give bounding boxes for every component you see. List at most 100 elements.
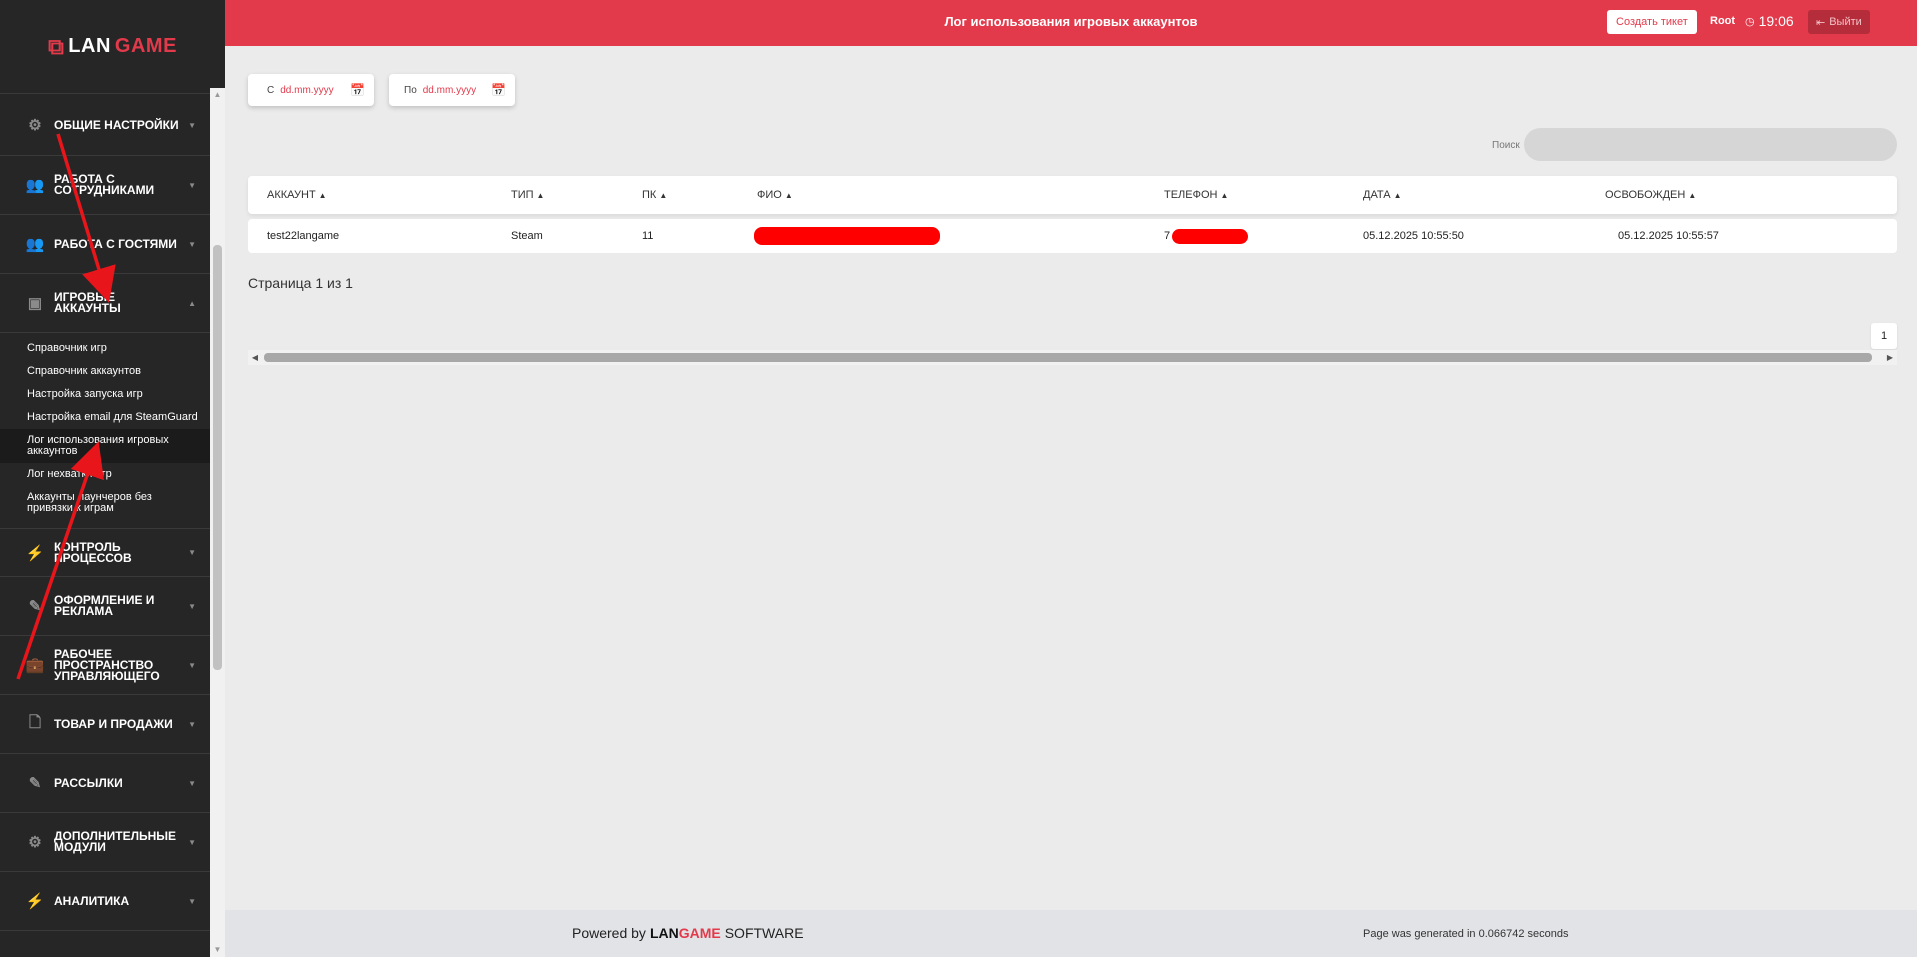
- sub-item-accounts-catalog[interactable]: Справочник аккаунтов: [0, 360, 210, 383]
- logout-label: Выйти: [1829, 16, 1862, 28]
- powered-by: Powered by LANGAME SOFTWARE: [572, 925, 804, 941]
- scroll-right-arrow-icon[interactable]: ▶: [1883, 350, 1897, 365]
- nav-section-employees[interactable]: 👥 РАБОТА С СОТРУДНИКАМИ ▼: [0, 156, 210, 215]
- user-name[interactable]: Root: [1710, 15, 1735, 27]
- date-to-value[interactable]: dd.mm.yyyy: [423, 85, 491, 96]
- sidebar-scrollbar[interactable]: ▲ ▼: [210, 88, 225, 957]
- cell-phone-prefix: 7: [1164, 230, 1171, 242]
- gear-icon: ⚙: [28, 834, 42, 851]
- game-accounts-submenu: Справочник игр Справочник аккаунтов Наст…: [0, 333, 210, 528]
- nav-section-label: РАБОЧЕЕ ПРОСТРАНСТВО УПРАВЛЯЮЩЕГО: [54, 646, 160, 683]
- nav-section-mailings[interactable]: ✎ РАССЫЛКИ ▼: [0, 754, 210, 813]
- chevron-down-icon: ▼: [188, 837, 196, 847]
- chevron-down-icon: ▼: [188, 778, 196, 788]
- table-horizontal-scrollbar[interactable]: ◀ ▶: [248, 350, 1897, 365]
- briefcase-icon: 💼: [25, 657, 45, 674]
- sort-icon: ▲︎: [536, 191, 545, 200]
- column-header-phone[interactable]: ТЕЛЕФОН ▲︎: [1164, 189, 1228, 201]
- nav-section-extra-modules[interactable]: ⚙ ДОПОЛНИТЕЛЬНЫЕ МОДУЛИ ▼: [0, 813, 210, 872]
- scroll-down-arrow-icon[interactable]: ▼: [210, 943, 225, 957]
- pagination-info: Страница 1 из 1: [248, 275, 353, 291]
- chevron-down-icon: ▼: [188, 120, 196, 130]
- sort-icon: ▲︎: [1393, 191, 1402, 200]
- logo-lan: LAN: [68, 35, 111, 57]
- column-header-account[interactable]: АККАУНТ ▲︎: [267, 189, 327, 201]
- sidebar: ⧉ LAN GAME ⚙ ОБЩИЕ НАСТРОЙКИ ▼ 👥 РАБОТА С…: [0, 0, 225, 957]
- date-from-field[interactable]: С dd.mm.yyyy 📅: [248, 74, 374, 106]
- column-label: ТИП: [511, 189, 534, 201]
- footer-brand-lan: LAN: [649, 925, 679, 941]
- date-from-prefix: С: [267, 84, 275, 96]
- sub-item-steamguard-email[interactable]: Настройка email для SteamGuard: [0, 406, 210, 429]
- calendar-icon[interactable]: 📅: [491, 83, 506, 97]
- calendar-icon[interactable]: 📅: [350, 83, 365, 97]
- bolt-icon: ⚡: [25, 544, 45, 562]
- nav-section-label: РАБОТА С СОТРУДНИКАМИ: [54, 172, 155, 197]
- column-label: ФИО: [757, 189, 782, 201]
- footer-brand-game: GAME: [678, 925, 721, 941]
- chevron-down-icon: ▼: [188, 180, 196, 190]
- logout-button[interactable]: ⇤ Выйти: [1808, 10, 1870, 34]
- table-header: АККАУНТ ▲︎ ТИП ▲︎ ПК ▲︎ ФИО ▲︎ ТЕЛЕФОН ▲︎ ДАТ…: [248, 176, 1897, 214]
- table-row[interactable]: test22langame Steam 11 7 05.12.2025 10:5…: [248, 219, 1897, 253]
- sub-item-unlinked-launcher-accounts[interactable]: Аккаунты лаунчеров без привязки к играм: [0, 486, 210, 520]
- chevron-down-icon: ▼: [188, 239, 196, 249]
- nav-section-game-accounts[interactable]: ▣ ИГРОВЫЕ АККАУНТЫ ▲: [0, 274, 210, 333]
- gear-icon: ⚙: [28, 117, 42, 134]
- users-icon: 👥: [25, 177, 45, 194]
- chevron-down-icon: ▼: [188, 719, 196, 729]
- date-from-value[interactable]: dd.mm.yyyy: [280, 85, 350, 96]
- cell-fio-redacted: [754, 227, 940, 245]
- nav-section-goods-sales[interactable]: 🗋 ТОВАР И ПРОДАЖИ ▼: [0, 695, 210, 754]
- nav-section-manager-workspace[interactable]: 💼 РАБОЧЕЕ ПРОСТРАНСТВО УПРАВЛЯЮЩЕГО ▼: [0, 636, 210, 695]
- nav-section-label: ТОВАР И ПРОДАЖИ: [54, 716, 173, 731]
- page-generation-time: Page was generated in 0.066742 seconds: [1363, 928, 1569, 940]
- logo-mark-icon: ⧉: [48, 33, 65, 59]
- column-label: ТЕЛЕФОН: [1164, 189, 1218, 201]
- nav-section-label: ИГРОВЫЕ АККАУНТЫ: [54, 290, 121, 315]
- date-to-field[interactable]: По dd.mm.yyyy 📅: [389, 74, 515, 106]
- table-scroll-thumb[interactable]: [264, 353, 1872, 362]
- scroll-left-arrow-icon[interactable]: ◀: [248, 350, 262, 365]
- cell-pc: 11: [642, 230, 654, 242]
- nav-section-design-ads[interactable]: ✎ ОФОРМЛЕНИЕ И РЕКЛАМА ▼: [0, 577, 210, 636]
- nav-section-label: КОНТРОЛЬ ПРОЦЕССОВ: [54, 539, 132, 565]
- nav-section-guests[interactable]: 👥 РАБОТА С ГОСТЯМИ ▼: [0, 215, 210, 274]
- create-ticket-button[interactable]: Создать тикет: [1607, 10, 1697, 34]
- id-card-icon: ▣: [27, 295, 43, 312]
- sort-icon: ▲︎: [1220, 191, 1229, 200]
- scroll-up-arrow-icon[interactable]: ▲: [210, 88, 225, 102]
- column-header-type[interactable]: ТИП ▲︎: [511, 189, 544, 201]
- sub-item-launch-settings[interactable]: Настройка запуска игр: [0, 383, 210, 406]
- nav-section-process-control[interactable]: ⚡ КОНТРОЛЬ ПРОЦЕССОВ ▼: [0, 528, 210, 577]
- sidebar-scroll-thumb[interactable]: [213, 245, 222, 670]
- nav-section-label: ДОПОЛНИТЕЛЬНЫЕ МОДУЛИ: [54, 829, 177, 854]
- column-header-date[interactable]: ДАТА ▲︎: [1363, 189, 1402, 201]
- nav-section-analytics[interactable]: ⚡ АНАЛИТИКА ▼: [0, 872, 210, 931]
- powered-by-text: Powered by: [572, 925, 646, 941]
- column-label: ДАТА: [1363, 189, 1391, 201]
- nav-section-general-settings[interactable]: ⚙ ОБЩИЕ НАСТРОЙКИ ▼: [0, 95, 210, 156]
- sub-item-games-catalog[interactable]: Справочник игр: [0, 337, 210, 360]
- footer-brand[interactable]: LANGAME: [650, 925, 721, 941]
- note-icon: 🗋: [28, 713, 42, 731]
- date-to-prefix: По: [404, 84, 417, 96]
- column-header-released[interactable]: ОСВОБОЖДЕН ▲︎: [1605, 189, 1696, 201]
- sub-item-accounts-usage-log[interactable]: Лог использования игровых аккаунтов: [0, 429, 210, 463]
- clock: ◷ 19:06: [1745, 13, 1794, 29]
- column-header-pc[interactable]: ПК ▲︎: [642, 189, 667, 201]
- cell-released: 05.12.2025 10:55:57: [1618, 230, 1719, 242]
- chevron-down-icon: ▼: [188, 896, 196, 906]
- accounts-log-table: АККАУНТ ▲︎ ТИП ▲︎ ПК ▲︎ ФИО ▲︎ ТЕЛЕФОН ▲︎ ДАТ…: [248, 176, 1897, 253]
- search-input[interactable]: [1524, 128, 1897, 161]
- column-label: АККАУНТ: [267, 189, 316, 201]
- users-icon: 👥: [25, 236, 45, 253]
- column-header-fio[interactable]: ФИО ▲︎: [757, 189, 793, 201]
- chevron-down-icon: ▼: [188, 660, 196, 670]
- nav-section-label: РАССЫЛКИ: [54, 775, 123, 790]
- page-button-1[interactable]: 1: [1871, 323, 1897, 349]
- sub-item-games-shortage-log[interactable]: Лог нехватки игр: [0, 463, 210, 486]
- nav-section-label: РАБОТА С ГОСТЯМИ: [54, 236, 177, 251]
- langame-logo[interactable]: ⧉ LAN GAME: [48, 34, 177, 60]
- search-label: Поиск: [1492, 140, 1520, 151]
